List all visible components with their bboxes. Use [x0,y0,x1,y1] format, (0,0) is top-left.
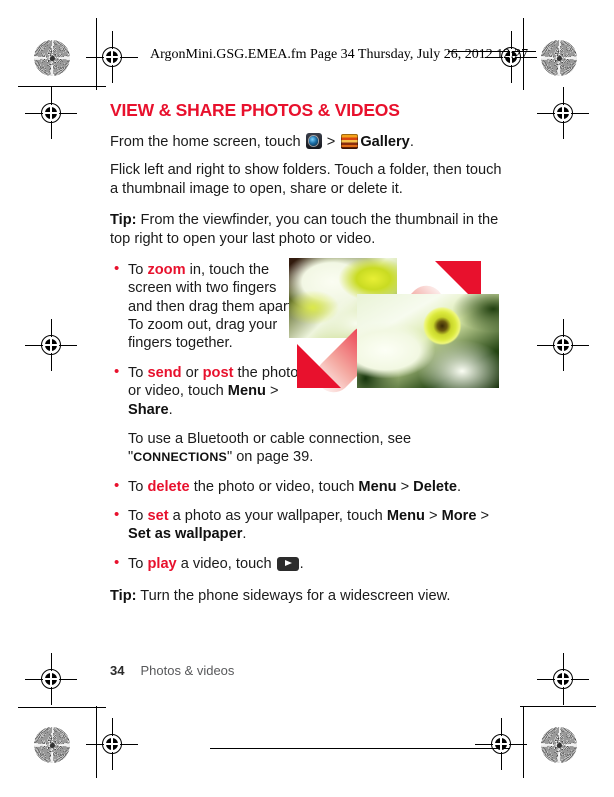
zoom-prefix: To [128,261,148,278]
crop-mark-bottom-left-horizontal [18,707,106,708]
gallery-app-label: Gallery [360,134,410,150]
gallery-icon [341,134,359,149]
list-item-zoom: To zoom in, touch the screen with two fi… [110,260,304,353]
page-footer: 34 Photos & videos [110,663,234,678]
send-menu-label: Menu [227,383,266,400]
crop-mark-bottom-right-horizontal [520,706,596,707]
intro-paragraph: From the home screen, touch > Gallery. [110,133,504,151]
list-item-delete: To delete the photo or video, touch Menu… [110,477,504,496]
play-period: . [299,555,304,572]
delete-separator: > [396,478,414,495]
crossref-lead: To use a Bluetooth or cable connection, … [128,430,412,447]
tip-text-1: From the viewfinder, you can touch the t… [110,212,499,247]
set-action-label-2: Set as wallpaper [128,526,243,543]
set-separator-2: > [476,508,490,524]
photo-figure [289,258,504,393]
registration-crosshair-left-middle [25,319,77,371]
crossref-connections: To use a Bluetooth or cable connection, … [110,430,504,467]
send-mid: or [181,364,203,381]
crop-mark-bottom-center [210,748,510,749]
send-action-label: Share [128,401,169,418]
delete-keyword: delete [147,478,190,495]
delete-period: . [456,478,462,495]
registration-crosshair-left-upper [25,87,77,139]
set-keyword: set [147,508,169,524]
folders-paragraph: Flick left and right to show folders. To… [110,162,502,197]
post-keyword: post [202,364,234,381]
delete-prefix: To [128,478,148,495]
crop-mark-bottom-right-vertical [523,706,524,778]
footer-chapter-name: Photos & videos [140,663,235,678]
registration-crosshair-right-middle [537,319,589,371]
list-item-send-post: To send or post the photo or video, touc… [110,363,304,419]
set-period: . [242,526,247,543]
tip-text-2: Turn the phone sideways for a widescreen… [136,588,451,605]
registration-crosshair-left-lower [25,653,77,705]
intro-period: . [409,134,414,150]
send-period: . [168,401,173,418]
set-text: a photo as your wallpaper, touch [168,508,387,524]
delete-menu-label: Menu [358,478,397,495]
footer-page-number: 34 [110,663,125,678]
list-item-play: To play a video, touch . [110,554,504,573]
crop-mark-top-left-horizontal [18,86,106,87]
send-separator: > [265,383,279,400]
tip-widescreen: Tip: Turn the phone sideways for a wides… [110,587,504,605]
play-keyword: play [147,555,177,572]
delete-action-label: Delete [413,478,457,495]
registration-crosshair-bottom-inner-right [475,718,527,770]
registration-rosette-top-right [541,40,577,76]
send-keyword: send [147,364,182,381]
registration-rosette-bottom-left [34,727,70,763]
set-action-label: More [441,508,477,524]
delete-text: the photo or video, touch [189,478,359,495]
intro-separator: > [322,134,340,150]
zoom-keyword: zoom [147,261,186,278]
registration-crosshair-bottom-inner-left [86,718,138,770]
set-menu-label: Menu [386,508,425,524]
set-prefix: To [128,508,148,524]
registration-rosette-bottom-right [541,727,577,763]
registration-crosshair-top-inner-left [86,31,138,83]
set-separator: > [424,508,442,524]
registration-crosshair-right-lower [537,653,589,705]
send-prefix: To [128,364,148,381]
instruction-list-continued: To delete the photo or video, touch Menu… [110,477,504,574]
photo-zoomed-daffodil [357,294,499,388]
tip-viewfinder: Tip: From the viewfinder, you can touch … [110,211,504,248]
crossref-tail: on page 39. [232,449,314,466]
page-title: VIEW & SHARE PHOTOS & VIDEOS [110,100,400,120]
tip-label-2: Tip: [110,588,137,605]
play-text: a video, touch [176,555,276,572]
intro-prefix: From the home screen, touch [110,134,305,150]
framemaker-header-stamp: ArgonMini.GSG.EMEA.fm Page 34 Thursday, … [150,47,529,62]
registration-rosette-top-left [34,40,70,76]
crossref-target: CONNECTIONS [133,450,227,465]
tip-label-1: Tip: [110,212,137,229]
registration-crosshair-right-upper [537,87,589,139]
camera-icon [305,133,322,149]
play-prefix: To [128,555,148,572]
list-item-set-wallpaper: To set a photo as your wallpaper, touch … [110,506,504,544]
play-icon [276,556,299,571]
